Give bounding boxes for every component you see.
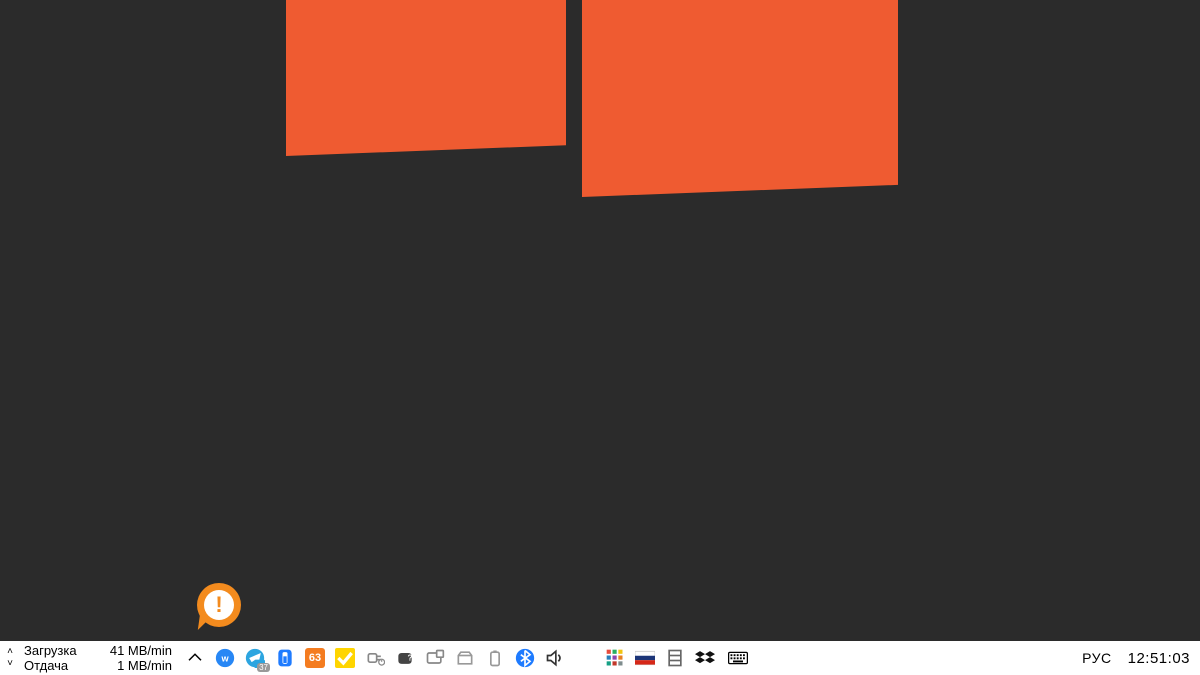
removable-media-icon[interactable] xyxy=(454,647,476,669)
svg-text:w: w xyxy=(220,653,229,663)
windows-logo-pane-bottom-right xyxy=(582,0,898,197)
gamepad-help-icon[interactable]: ? xyxy=(394,647,416,669)
download-value: 41 MB/min xyxy=(96,643,178,658)
network-monitor-arrows-icon[interactable]: ˄ ˅ xyxy=(0,641,20,675)
telegram-icon[interactable]: 37 xyxy=(244,647,266,669)
battery-icon[interactable] xyxy=(484,647,506,669)
desktop[interactable]: ! xyxy=(0,0,1200,641)
dropbox-icon[interactable] xyxy=(694,647,716,669)
vk-icon[interactable]: w xyxy=(214,647,236,669)
input-language-indicator[interactable]: РУС xyxy=(1082,650,1112,666)
notification-bubble-glyph: ! xyxy=(204,590,234,620)
notification-bubble-icon[interactable]: ! xyxy=(197,583,241,627)
bluetooth-icon[interactable] xyxy=(514,647,536,669)
battery-care-icon[interactable] xyxy=(274,647,296,669)
download-label: Загрузка xyxy=(24,643,96,658)
server-rack-icon[interactable] xyxy=(664,647,686,669)
temperature-value: 63 xyxy=(305,648,325,668)
power-plug-icon[interactable] xyxy=(364,647,386,669)
upload-value: 1 MB/min xyxy=(96,658,178,673)
temperature-icon[interactable]: 63 xyxy=(304,647,326,669)
show-hidden-icons-button[interactable] xyxy=(178,641,212,675)
windows-logo-pane-bottom-left xyxy=(286,0,566,156)
svg-text:?: ? xyxy=(408,653,413,663)
on-screen-keyboard-icon[interactable] xyxy=(724,647,752,669)
flag-ru-icon[interactable] xyxy=(634,647,656,669)
color-grid-icon[interactable] xyxy=(604,647,626,669)
telegram-badge: 37 xyxy=(257,663,270,672)
antivirus-ok-icon[interactable] xyxy=(334,647,356,669)
device-card-icon[interactable] xyxy=(424,647,446,669)
volume-icon[interactable] xyxy=(544,647,566,669)
upload-label: Отдача xyxy=(24,658,96,673)
system-tray: w 37 63 ? xyxy=(212,647,1082,669)
taskbar: ˄ ˅ Загрузка 41 MB/min Отдача 1 MB/min w… xyxy=(0,641,1200,675)
network-monitor[interactable]: Загрузка 41 MB/min Отдача 1 MB/min xyxy=(20,643,178,673)
clock[interactable]: 12:51:03 xyxy=(1122,650,1190,667)
